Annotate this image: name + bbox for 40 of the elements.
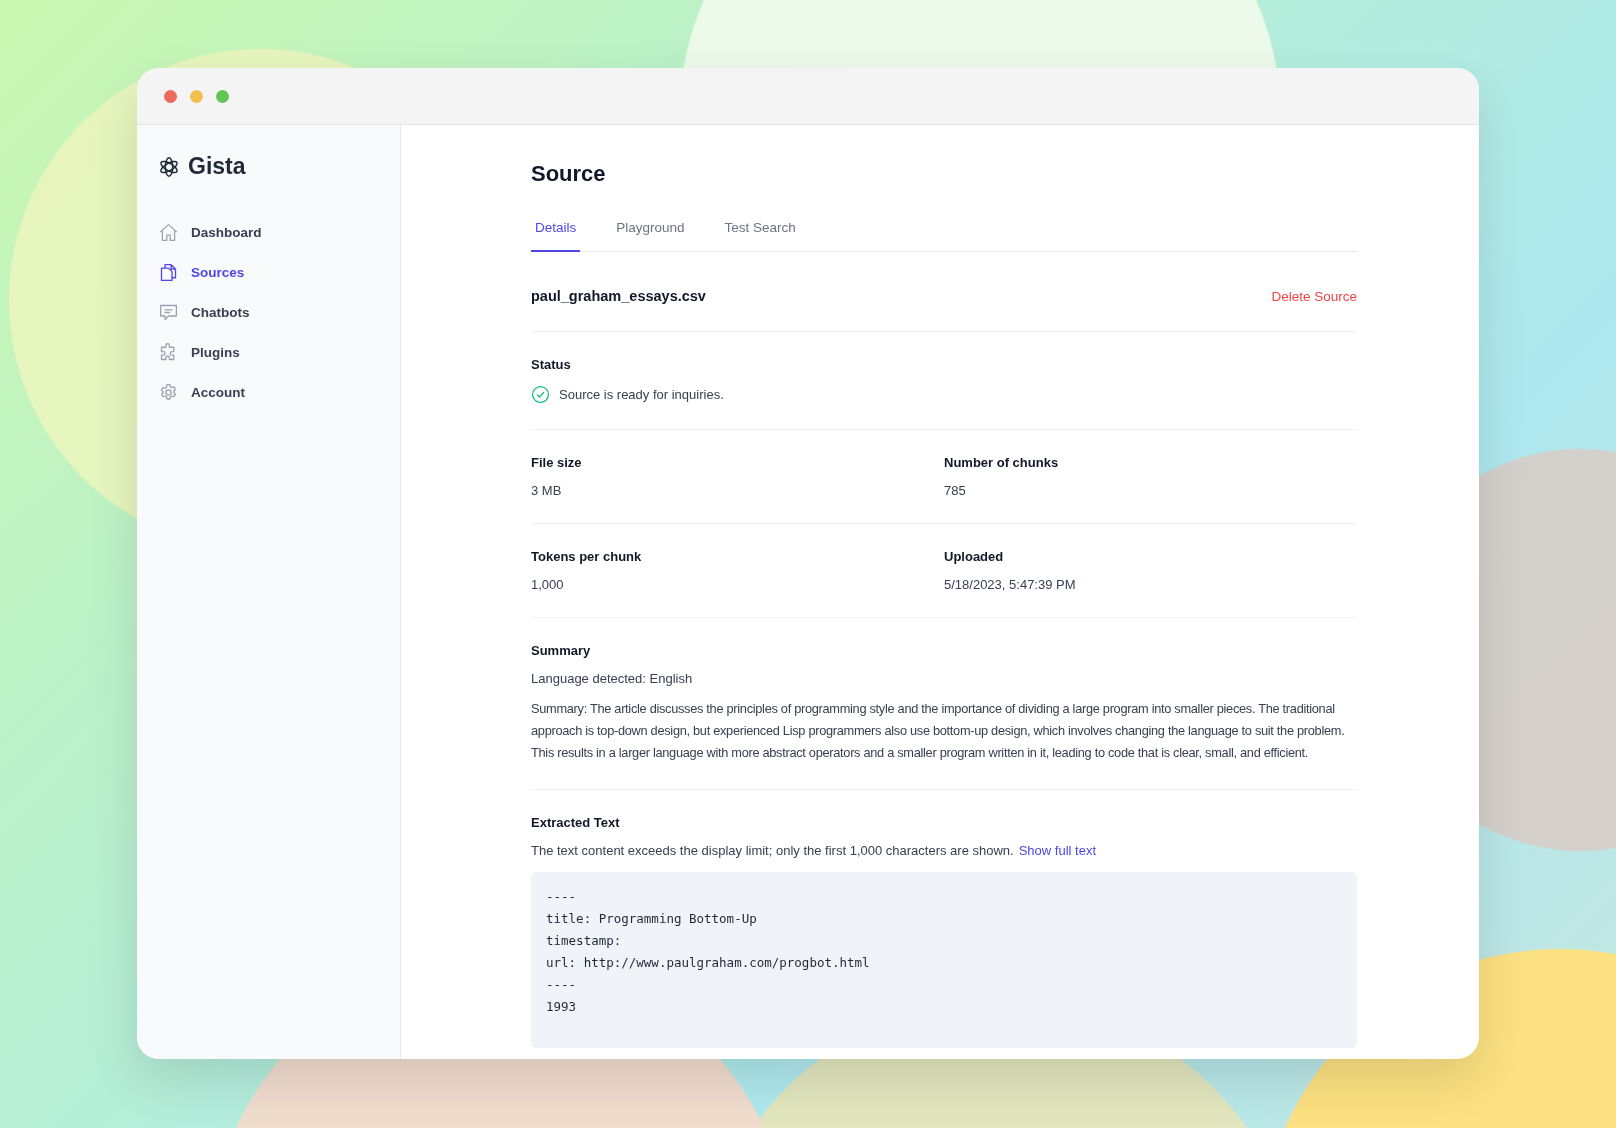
- tab[interactable]: Test Search: [720, 220, 800, 252]
- code-line: timestamp:: [546, 932, 622, 950]
- documents-icon: [158, 261, 179, 283]
- sidebar-item[interactable]: Account: [158, 380, 379, 404]
- limit-notice: The text content exceeds the display limit; only the first 1,000 characters are shown.: [531, 843, 1014, 858]
- field-value: 1,000: [531, 577, 565, 592]
- close-button[interactable]: [164, 89, 177, 103]
- field-value: 785: [944, 483, 967, 498]
- field-label: Extracted Text: [531, 815, 621, 830]
- field-label: Number of chunks: [944, 455, 1060, 470]
- tab[interactable]: Playground: [612, 220, 689, 252]
- field-label: Uploaded: [944, 549, 1005, 564]
- field-value: 5/18/2023, 5:47:39 PM: [944, 577, 1077, 592]
- sidebar-item[interactable]: Plugins: [158, 340, 379, 364]
- zoom-button[interactable]: [216, 89, 229, 103]
- field-label: Status: [531, 357, 572, 372]
- tab[interactable]: Details: [531, 220, 581, 252]
- settings-icon: [158, 381, 179, 403]
- language-text: Language detected: English: [531, 671, 694, 686]
- field-label: Summary: [531, 643, 592, 658]
- file-name: paul_graham_essays.csv: [531, 288, 706, 304]
- delete-source-link[interactable]: Delete Source: [1271, 288, 1357, 304]
- field-value: 3 MB: [531, 483, 563, 498]
- code-line: ----: [546, 888, 577, 906]
- code-line: title: Programming Bottom-Up: [546, 910, 757, 928]
- code-line: url: http://www.paulgraham.com/progbot.html: [546, 954, 870, 972]
- minimize-button[interactable]: [190, 89, 203, 103]
- house-icon: [158, 221, 179, 243]
- sidebar-item[interactable]: Chatbots: [158, 300, 379, 324]
- summary-paragraph: Summary: The article discusses the principles of programming style and the importance of dividing a large program into smaller pieces. The traditional approach is top-down design, but experienced Lisp programmers also use bottom-up design, which involves changing the language to suit the problem. This results in a larger language with more abstract operators and a smaller program written in it, leading to code that is clear, small, and efficient.: [531, 700, 1346, 762]
- show-full-text-link[interactable]: Show full text: [1018, 843, 1097, 858]
- field-label: File size: [531, 455, 583, 470]
- field-label: Tokens per chunk: [531, 549, 643, 564]
- app-name: Gista: [188, 153, 246, 180]
- sidebar-item[interactable]: Dashboard: [158, 220, 379, 244]
- code-line: ----: [546, 976, 577, 994]
- page-title: Source: [531, 161, 607, 187]
- sidebar-item[interactable]: Sources: [158, 260, 379, 284]
- code-line: 1993: [546, 998, 577, 1016]
- status-text: Source is ready for inquiries.: [559, 387, 724, 402]
